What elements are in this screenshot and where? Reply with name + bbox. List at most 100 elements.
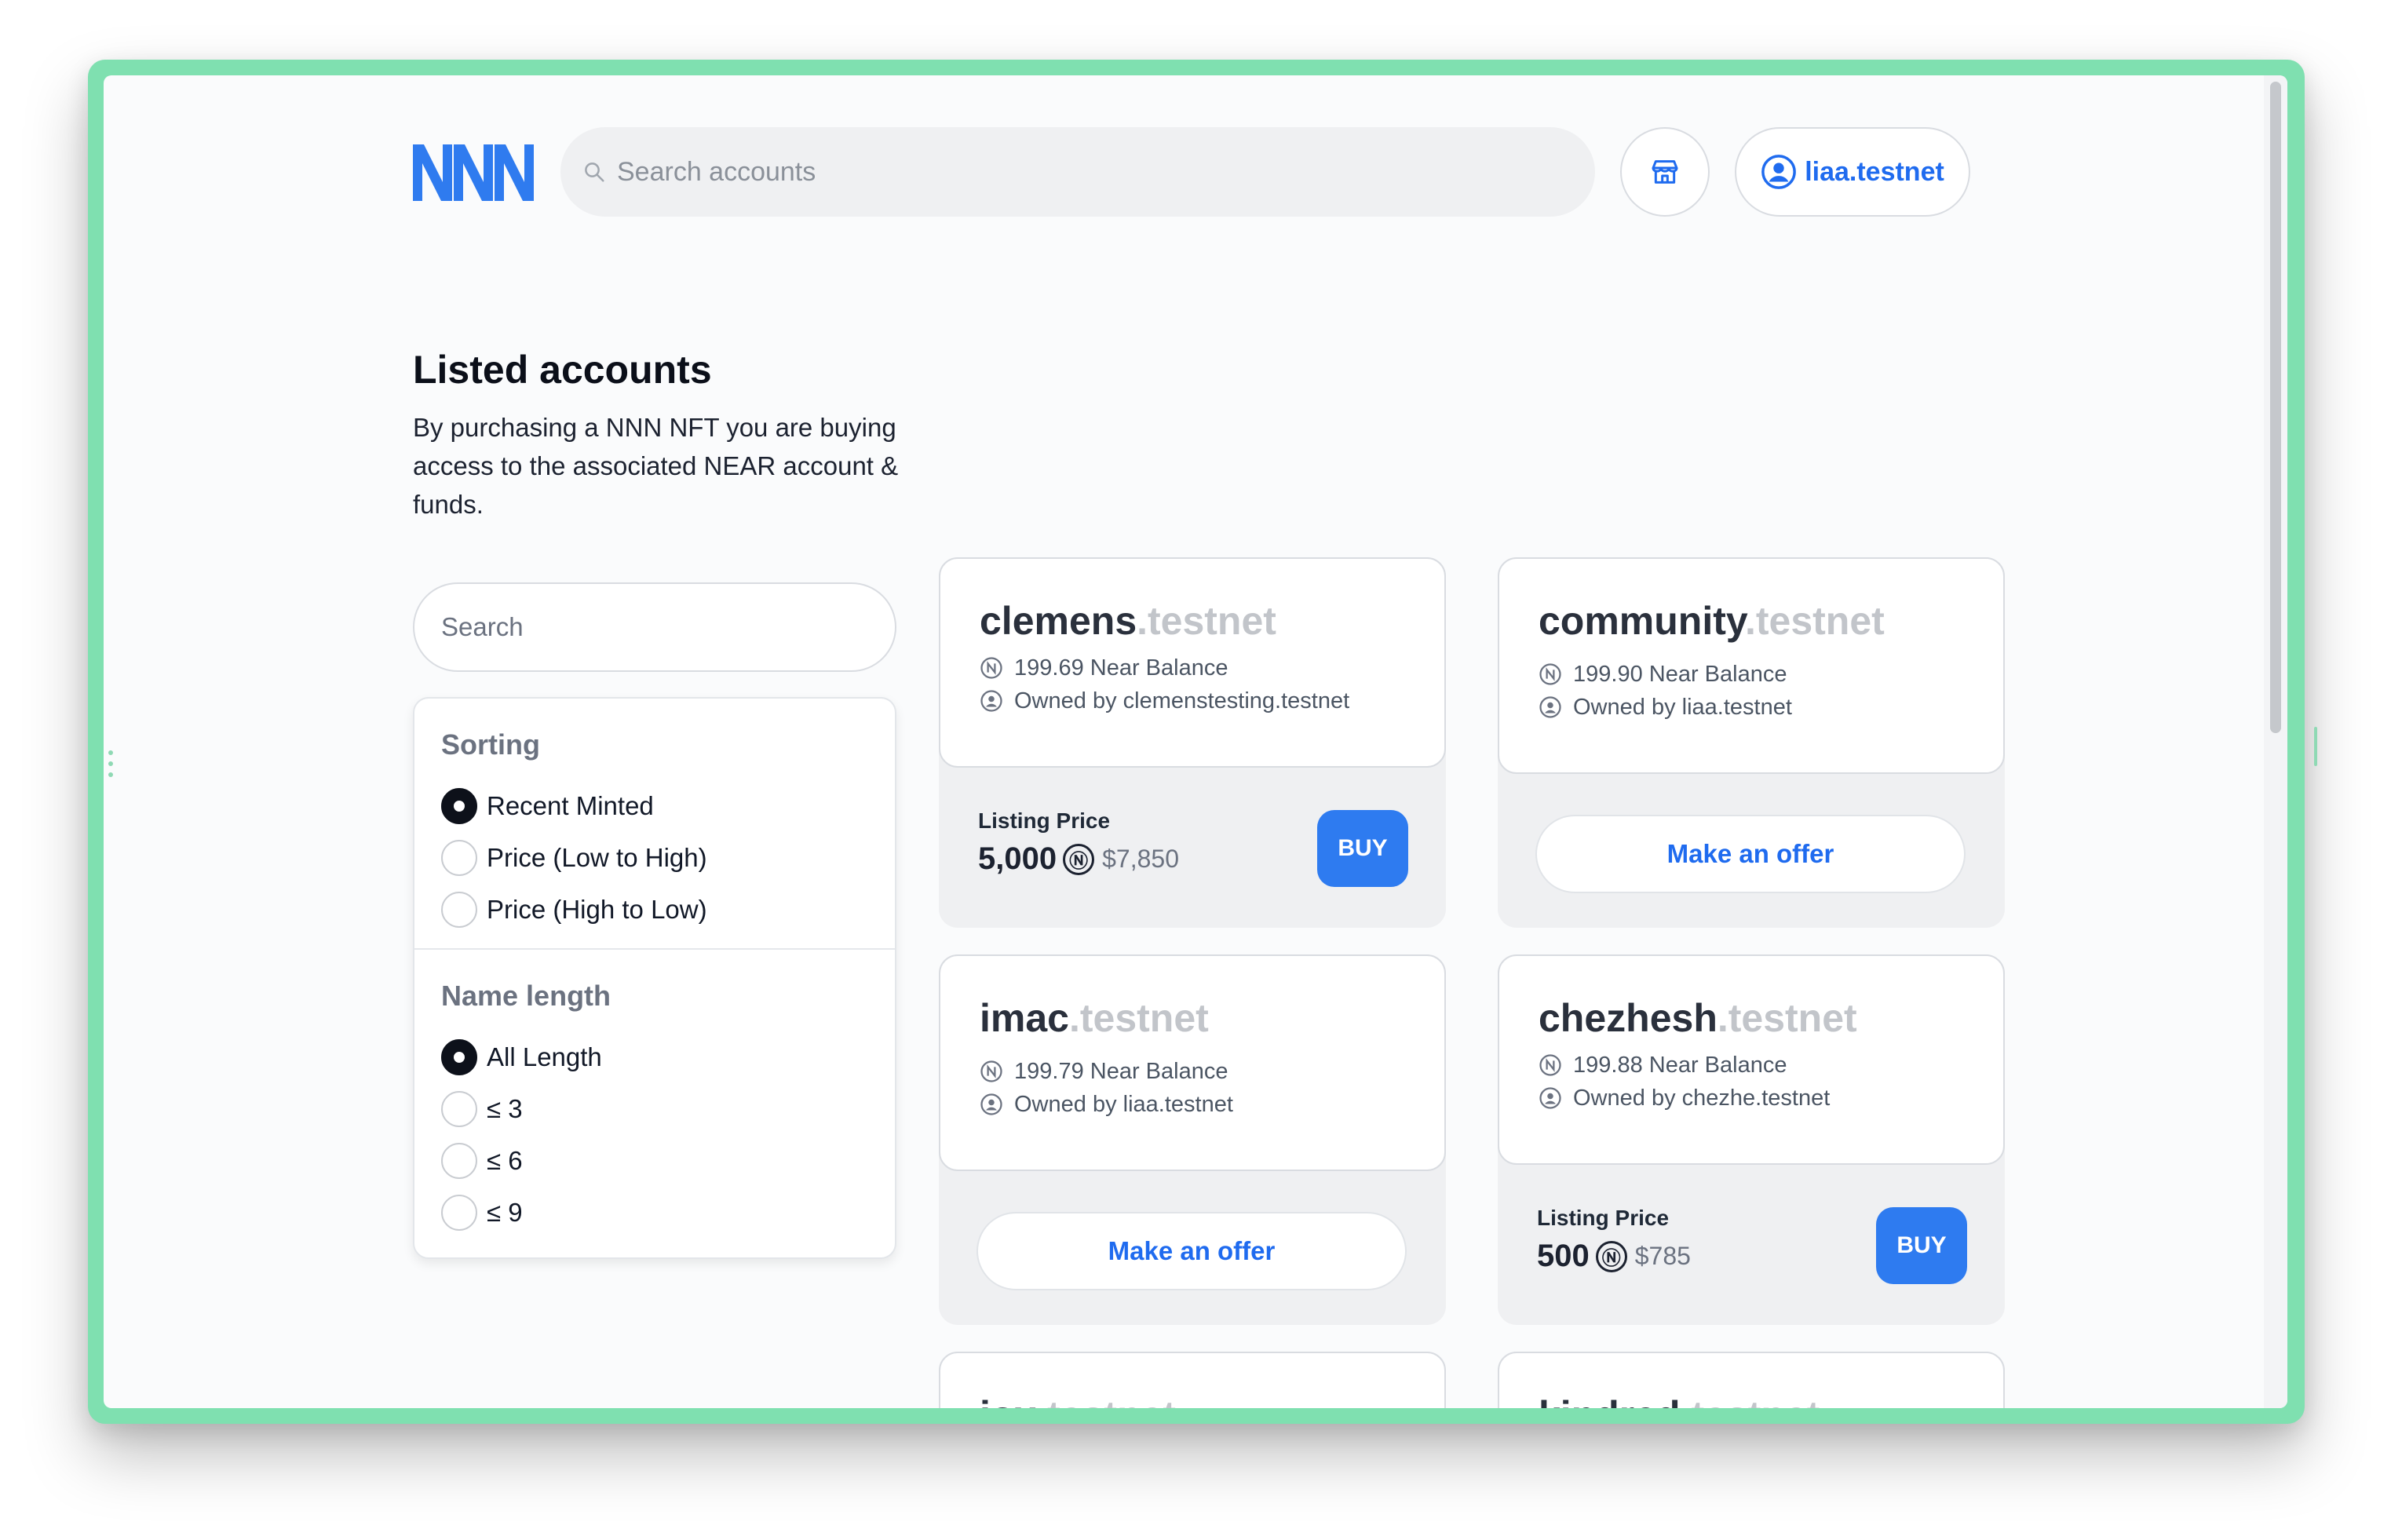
- listing-price: 5,000 Ⓝ $7,850: [978, 841, 1179, 877]
- radio[interactable]: [441, 1143, 477, 1179]
- radio-selected[interactable]: [441, 788, 477, 824]
- name-length-title: Name length: [441, 980, 611, 1012]
- name-length-section: Name length All Length ≤ 3 ≤ 6 ≤ 9: [414, 948, 895, 1239]
- balance-text: 199.90 Near Balance: [1573, 662, 1787, 687]
- balance-text: 199.79 Near Balance: [1014, 1059, 1228, 1084]
- filter-panel: Sorting Recent Minted Price (Low to High…: [413, 697, 896, 1259]
- sort-option-label: Price (Low to High): [487, 843, 707, 872]
- balance-text: 199.69 Near Balance: [1014, 655, 1228, 681]
- near-currency-icon: Ⓝ: [1595, 1240, 1627, 1272]
- card-header: imac.testnet 199.79 Near Balance Owned b…: [939, 954, 1446, 1171]
- card-header: kindred.testnet: [1498, 1352, 2005, 1408]
- card-header: clemens.testnet 199.69 Near Balance Owne…: [939, 557, 1446, 768]
- account-title: kindred.testnet: [1539, 1392, 2003, 1408]
- length-option-6[interactable]: ≤ 6: [441, 1135, 895, 1187]
- radio[interactable]: [441, 892, 477, 928]
- listing-price-label: Listing Price: [1537, 1206, 1670, 1230]
- scrollbar[interactable]: [2264, 75, 2287, 1408]
- resize-handle[interactable]: [2314, 727, 2317, 766]
- user-icon: [1539, 696, 1561, 718]
- user-icon: [980, 690, 1002, 712]
- sort-option-price-desc[interactable]: Price (High to Low): [441, 884, 895, 936]
- browser-window: liaa.testnet Listed accounts By purchasi…: [104, 75, 2287, 1408]
- account-card[interactable]: clemens.testnet 199.69 Near Balance Owne…: [939, 557, 1446, 928]
- store-icon: [1652, 160, 1678, 184]
- search-icon: [585, 162, 604, 182]
- owner-text: Owned by liaa.testnet: [1573, 695, 1792, 720]
- length-option-label: ≤ 3: [487, 1094, 523, 1123]
- balance-row: 199.88 Near Balance: [1539, 1052, 2003, 1078]
- make-offer-button[interactable]: Make an offer: [976, 1212, 1407, 1290]
- radio-selected[interactable]: [441, 1039, 477, 1075]
- length-option-label: ≤ 6: [487, 1146, 523, 1175]
- radio[interactable]: [441, 1195, 477, 1231]
- near-icon: [980, 657, 1002, 679]
- sort-option-label: Recent Minted: [487, 791, 654, 820]
- account-title: chezhesh.testnet: [1539, 996, 1857, 1040]
- owner-text: Owned by chezhe.testnet: [1573, 1086, 1831, 1111]
- page-title: Listed accounts: [413, 348, 712, 392]
- sort-option-label: Price (High to Low): [487, 895, 707, 924]
- balance-row: 199.69 Near Balance: [980, 655, 1444, 681]
- length-option-3[interactable]: ≤ 3: [441, 1083, 895, 1135]
- near-icon: [1539, 663, 1561, 685]
- sorting-title: Sorting: [441, 728, 540, 761]
- buy-button[interactable]: BUY: [1876, 1207, 1967, 1284]
- card-header: chezhesh.testnet 199.88 Near Balance Own…: [1498, 954, 2005, 1165]
- owner-row: Owned by liaa.testnet: [980, 1091, 1444, 1118]
- nnn-logo[interactable]: [413, 144, 535, 201]
- price-value: 5,000: [978, 841, 1057, 876]
- near-currency-icon: Ⓝ: [1063, 843, 1095, 875]
- balance-row: 199.90 Near Balance: [1539, 661, 2003, 688]
- drag-grip[interactable]: [108, 750, 113, 785]
- filter-search-input[interactable]: [441, 612, 865, 642]
- account-title: community.testnet: [1539, 599, 1885, 643]
- marketplace-button[interactable]: [1620, 127, 1710, 217]
- near-icon: [980, 1060, 1002, 1082]
- radio[interactable]: [441, 1091, 477, 1127]
- account-title: jox.testnet: [980, 1392, 1444, 1408]
- usd-value: $7,850: [1102, 845, 1179, 873]
- make-offer-button[interactable]: Make an offer: [1535, 815, 1966, 893]
- card-header: jox.testnet: [939, 1352, 1446, 1408]
- price-value: 500: [1537, 1239, 1590, 1273]
- account-card[interactable]: chezhesh.testnet 199.88 Near Balance Own…: [1498, 954, 2005, 1325]
- scrollbar-thumb[interactable]: [2270, 82, 2281, 733]
- length-option-9[interactable]: ≤ 9: [441, 1187, 895, 1239]
- app-frame: liaa.testnet Listed accounts By purchasi…: [88, 60, 2317, 1424]
- account-card[interactable]: jox.testnet: [939, 1352, 1446, 1408]
- user-avatar-icon: [1761, 155, 1797, 189]
- listing-price: 500 Ⓝ $785: [1537, 1239, 1691, 1274]
- account-card[interactable]: community.testnet 199.90 Near Balance Ow…: [1498, 557, 2005, 928]
- account-title: clemens.testnet: [980, 599, 1276, 643]
- user-icon: [1539, 1087, 1561, 1109]
- length-option-label: All Length: [487, 1042, 602, 1071]
- owner-row: Owned by chezhe.testnet: [1539, 1085, 2003, 1111]
- card-header: community.testnet 199.90 Near Balance Ow…: [1498, 557, 2005, 774]
- account-card[interactable]: imac.testnet 199.79 Near Balance Owned b…: [939, 954, 1446, 1325]
- length-option-all[interactable]: All Length: [441, 1031, 895, 1083]
- account-name: liaa.testnet: [1805, 156, 1944, 187]
- search-accounts-input[interactable]: [617, 156, 1480, 188]
- radio[interactable]: [441, 840, 477, 876]
- filter-search-field[interactable]: [413, 582, 896, 672]
- owner-row: Owned by liaa.testnet: [1539, 694, 2003, 721]
- account-title: imac.testnet: [980, 996, 1209, 1040]
- buy-button[interactable]: BUY: [1317, 810, 1408, 887]
- owner-text: Owned by clemenstesting.testnet: [1014, 688, 1350, 713]
- account-card[interactable]: kindred.testnet: [1498, 1352, 2005, 1408]
- sort-option-recent[interactable]: Recent Minted: [441, 780, 895, 832]
- account-menu-button[interactable]: liaa.testnet: [1735, 127, 1970, 217]
- usd-value: $785: [1634, 1242, 1691, 1270]
- listing-price-label: Listing Price: [978, 808, 1111, 833]
- account-search-bar[interactable]: [560, 127, 1595, 217]
- owner-text: Owned by liaa.testnet: [1014, 1092, 1233, 1117]
- owner-row: Owned by clemenstesting.testnet: [980, 688, 1444, 714]
- sort-option-price-asc[interactable]: Price (Low to High): [441, 832, 895, 884]
- page-description: By purchasing a NNN NFT you are buying a…: [413, 413, 899, 519]
- sorting-section: Sorting Recent Minted Price (Low to High…: [414, 699, 895, 948]
- user-icon: [980, 1093, 1002, 1115]
- length-option-label: ≤ 9: [487, 1198, 523, 1227]
- balance-row: 199.79 Near Balance: [980, 1058, 1444, 1085]
- near-icon: [1539, 1054, 1561, 1076]
